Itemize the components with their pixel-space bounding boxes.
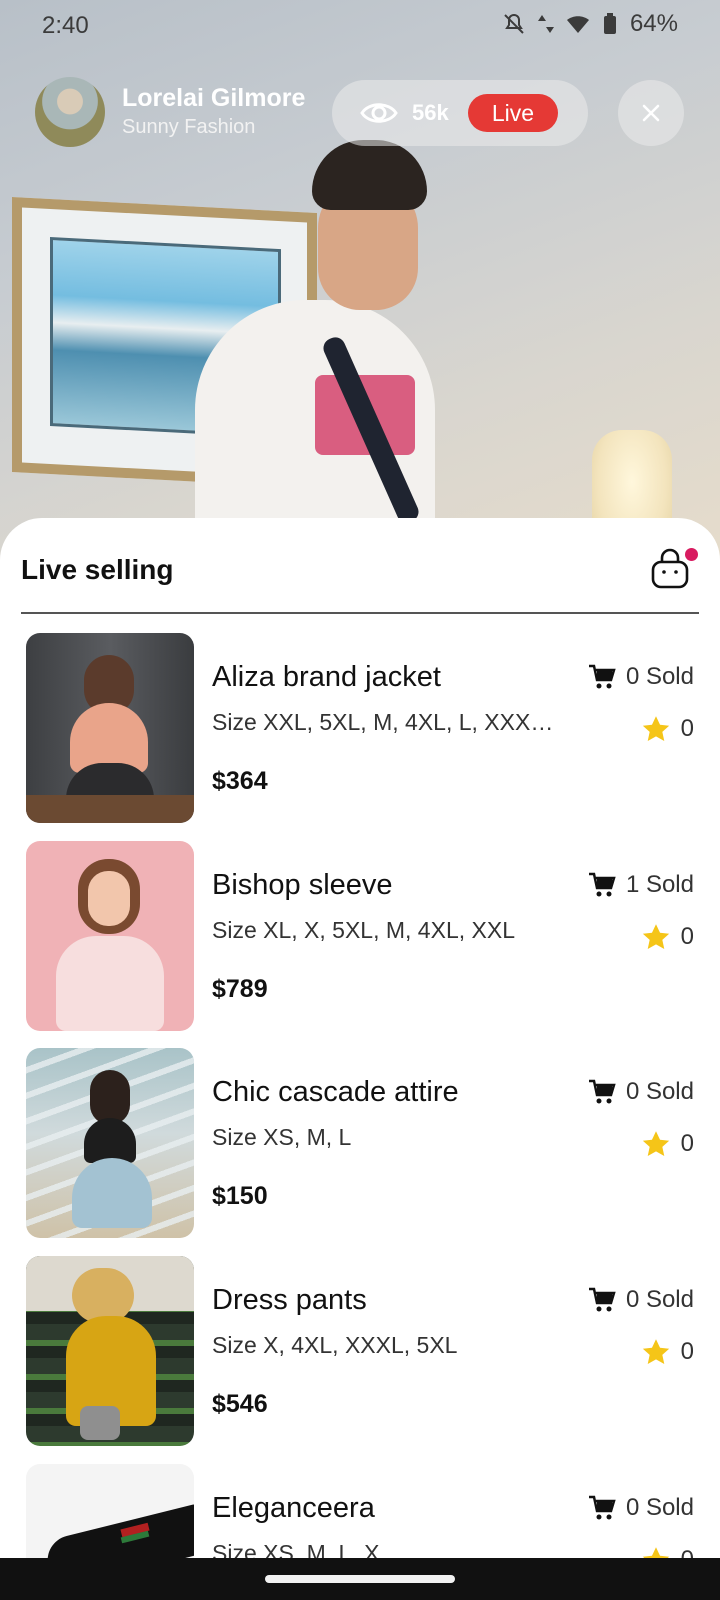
- cart-icon: [588, 1287, 616, 1312]
- status-bar: 2:40 64%: [0, 0, 720, 50]
- product-item[interactable]: Bishop sleeve Size XL, X, 5XL, M, 4XL, X…: [0, 841, 720, 1031]
- product-item[interactable]: Aliza brand jacket Size XXL, 5XL, M, 4XL…: [0, 633, 720, 823]
- eye-icon: [360, 103, 398, 123]
- product-image: [26, 841, 194, 1031]
- wifi-icon: [566, 16, 589, 33]
- close-icon: [642, 104, 660, 122]
- live-selling-sheet: Live selling Aliza brand jacket Size XXL…: [0, 518, 720, 1558]
- product-image: [26, 1256, 194, 1446]
- star-icon: [642, 1339, 669, 1365]
- product-item[interactable]: Eleganceera Size XS, M, L, X 0 Sold 0: [0, 1464, 720, 1558]
- battery-icon: [603, 13, 616, 34]
- system-nav-bar: [0, 1558, 720, 1600]
- star-icon: [642, 1131, 669, 1157]
- product-item[interactable]: Chic cascade attire Size XS, M, L $150 0…: [0, 1048, 720, 1238]
- data-arrows-icon: [537, 15, 554, 33]
- cart-icon: [588, 664, 616, 689]
- product-item[interactable]: Dress pants Size X, 4XL, XXXL, 5XL $546 …: [0, 1256, 720, 1446]
- rating: 0: [641, 1338, 694, 1366]
- product-price: $364: [212, 767, 268, 795]
- star-icon: [642, 924, 669, 950]
- sold-count: 0 Sold: [588, 1078, 694, 1106]
- live-badge: Live: [468, 94, 558, 132]
- product-image: [26, 1464, 194, 1558]
- sold-count: 0 Sold: [588, 1494, 694, 1522]
- sheet-title: Live selling: [21, 554, 174, 585]
- close-button[interactable]: [618, 80, 684, 146]
- status-time: 2:40: [42, 12, 89, 39]
- product-name: Eleganceera: [212, 1492, 375, 1524]
- cart-icon: [588, 872, 616, 897]
- product-sizes: Size X, 4XL, XXXL, 5XL: [212, 1332, 458, 1358]
- sold-count: 1 Sold: [588, 871, 694, 899]
- product-name: Dress pants: [212, 1284, 367, 1316]
- shopping-bag-button[interactable]: [650, 548, 698, 592]
- sold-count: 0 Sold: [588, 663, 694, 691]
- rating: 0: [641, 715, 694, 743]
- rating: 0: [641, 923, 694, 951]
- home-gesture-handle[interactable]: [265, 1575, 455, 1583]
- host-avatar[interactable]: [35, 77, 105, 147]
- cart-icon: [588, 1495, 616, 1520]
- product-name: Aliza brand jacket: [212, 661, 441, 693]
- bell-off-icon: [504, 13, 524, 34]
- product-sizes: Size XXL, 5XL, M, 4XL, L, XXXL, ...: [212, 709, 564, 735]
- viewer-pill: 56k Live: [332, 80, 588, 146]
- cart-badge-dot: [685, 548, 698, 561]
- product-name: Bishop sleeve: [212, 869, 393, 901]
- product-image: [26, 1048, 194, 1238]
- host-shop-name: Sunny Fashion: [122, 116, 256, 138]
- product-price: $546: [212, 1390, 268, 1418]
- product-price: $789: [212, 975, 268, 1003]
- product-sizes: Size XS, M, L, X: [212, 1540, 380, 1558]
- shopping-bag-icon: [651, 548, 689, 589]
- viewer-count: 56k: [412, 100, 449, 125]
- product-sizes: Size XS, M, L: [212, 1124, 352, 1150]
- sold-count: 0 Sold: [588, 1286, 694, 1314]
- rating: 0: [641, 1130, 694, 1158]
- star-icon: [642, 1547, 669, 1558]
- star-icon: [642, 716, 669, 742]
- battery-level: 64%: [629, 10, 678, 37]
- host-name: Lorelai Gilmore: [122, 84, 306, 112]
- product-sizes: Size XL, X, 5XL, M, 4XL, XXL: [212, 917, 515, 943]
- rating: 0: [641, 1546, 694, 1558]
- product-image: [26, 633, 194, 823]
- product-price: $150: [212, 1182, 268, 1210]
- product-name: Chic cascade attire: [212, 1076, 459, 1108]
- cart-icon: [588, 1079, 616, 1104]
- divider: [21, 612, 699, 614]
